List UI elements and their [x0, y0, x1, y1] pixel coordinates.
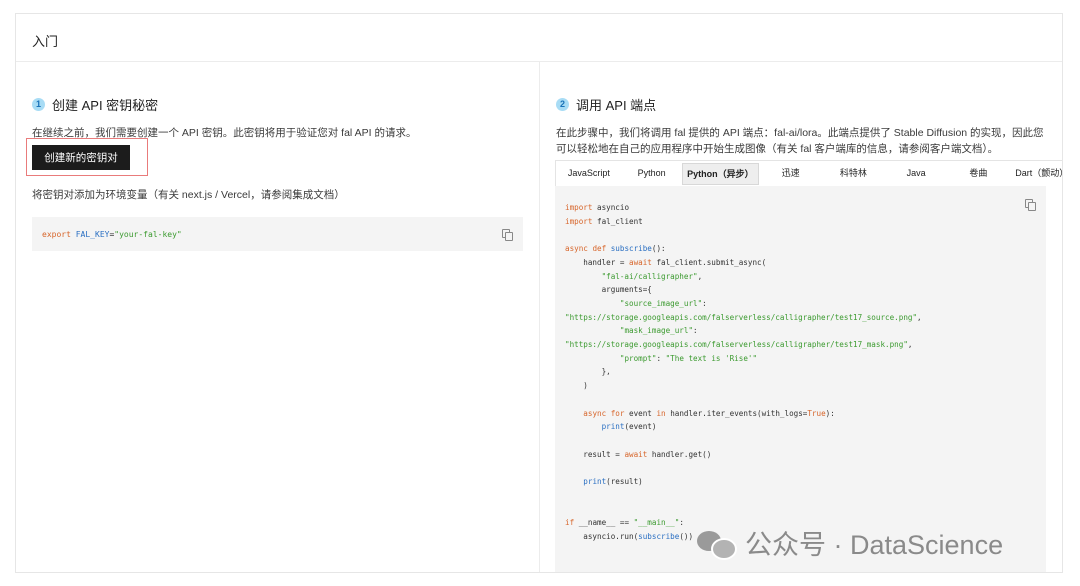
tab-python-async[interactable]: Python（异步） — [681, 163, 760, 185]
step1-header: 1 创建 API 密钥秘密 — [32, 95, 158, 114]
tab-javascript[interactable]: JavaScript — [556, 161, 622, 186]
create-key-button[interactable]: 创建新的密钥对 — [32, 145, 130, 170]
step2-number-badge: 2 — [556, 98, 569, 111]
tab-dart[interactable]: Dart（颤动） — [1009, 161, 1062, 186]
python-code: import asyncio import fal_client async de… — [565, 201, 922, 544]
wechat-icon — [697, 529, 737, 560]
step2-title: 调用 API 端点 — [576, 98, 657, 113]
step1-title: 创建 API 密钥秘密 — [52, 98, 159, 113]
code-line: "https://storage.googleapis.com/falserve… — [565, 312, 922, 322]
tab-java[interactable]: Java — [885, 161, 948, 186]
step1-section: 1 创建 API 密钥秘密 在继续之前，我们需要创建一个 API 密钥。此密钥将… — [16, 62, 539, 572]
language-tabs: JavaScript Python Python（异步） 迅速 科特林 Java… — [555, 160, 1062, 186]
code-line: async for event in handler.iter_events(w… — [583, 408, 835, 418]
step2-description-line1: 在此步骤中，我们将调用 fal 提供的 API 端点：fal-ai/lora。此… — [556, 127, 1044, 139]
code-line: "fal-ai/calligrapher", — [601, 271, 703, 281]
code-block: import asyncio import fal_client async de… — [555, 186, 1046, 572]
code-line: }, — [565, 367, 611, 377]
tab-kotlin[interactable]: 科特林 — [822, 161, 885, 186]
watermark: 公众号 · DataScience — [697, 523, 1003, 562]
code-line: arguments={ — [565, 285, 652, 295]
tab-swift[interactable]: 迅速 — [759, 161, 822, 186]
copy-icon[interactable] — [502, 229, 513, 241]
code-line: import fal_client — [565, 216, 643, 226]
code-line: "prompt": "The text is 'Rise'" — [619, 353, 758, 363]
env-code-block: export FAL_KEY="your-fal-key" — [32, 217, 523, 251]
step2-section: 2 调用 API 端点 在此步骤中，我们将调用 fal 提供的 API 端点：f… — [540, 62, 1062, 572]
env-code: export FAL_KEY="your-fal-key" — [42, 230, 182, 239]
code-line: "https://storage.googleapis.com/falserve… — [565, 340, 913, 350]
code-line: handler = await fal_client.submit_async( — [565, 257, 767, 267]
code-line: result = await handler.get() — [565, 449, 712, 459]
code-line: import asyncio — [565, 203, 630, 212]
code-line: ) — [565, 381, 588, 391]
env-hint: 将密钥对添加为环境变量（有关 next.js / Vercel，请参阅集成文档） — [32, 189, 345, 201]
step1-number-badge: 1 — [32, 98, 45, 111]
getting-started-card: 入门 1 创建 API 密钥秘密 在继续之前，我们需要创建一个 API 密钥。此… — [15, 13, 1063, 573]
code-line: async def subscribe(): — [565, 244, 666, 254]
code-line: print(result) — [583, 477, 643, 487]
watermark-text: 公众号 · DataScience — [745, 530, 1004, 560]
tab-curl[interactable]: 卷曲 — [947, 161, 1009, 186]
code-line: "mask_image_url": — [619, 326, 698, 336]
tab-python[interactable]: Python — [622, 161, 682, 186]
card-title: 入门 — [32, 34, 59, 49]
code-line: print(event) — [601, 422, 657, 432]
step2-header: 2 调用 API 端点 — [556, 95, 656, 114]
step2-description-line2: 可以轻松地在自己的应用程序中开始生成图像（有关 fal 客户端库的信息，请参阅客… — [556, 143, 999, 155]
code-line: "source_image_url": — [619, 298, 707, 308]
copy-icon[interactable] — [1025, 199, 1036, 211]
